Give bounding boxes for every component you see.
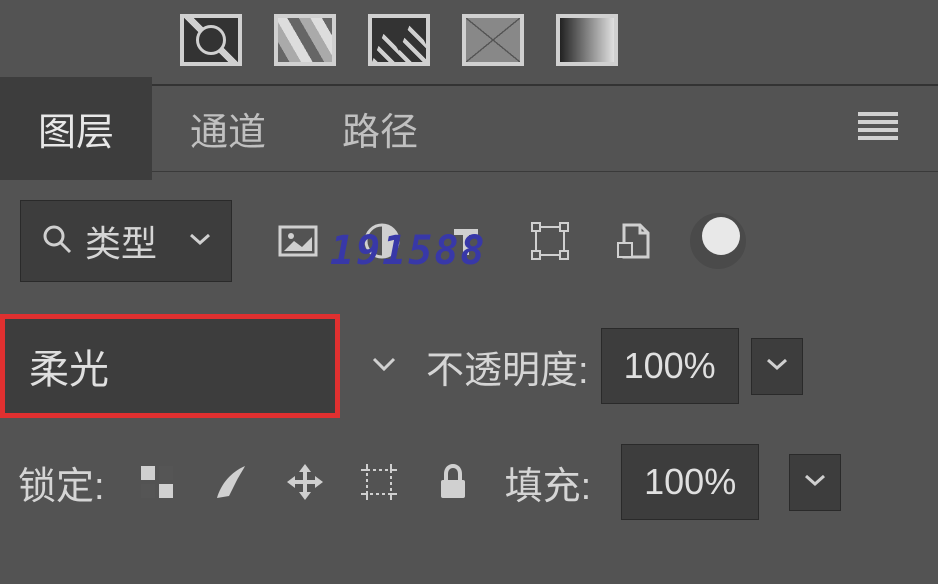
preset-icon-2[interactable]	[274, 14, 336, 66]
lock-label: 锁定:	[18, 455, 105, 510]
opacity-label[interactable]: 不透明度:	[426, 339, 589, 394]
preset-icon-4[interactable]	[462, 14, 524, 66]
panel-tabs: 图层 通道 路径	[0, 86, 938, 172]
lock-position-icon[interactable]	[283, 460, 327, 504]
lock-all-icon[interactable]	[431, 460, 475, 504]
lock-transparency-icon[interactable]	[135, 460, 179, 504]
filter-smartobject-icon[interactable]	[612, 219, 656, 263]
filter-toggle[interactable]	[690, 213, 746, 269]
gradient-preset-icons	[0, 0, 938, 84]
chevron-down-icon	[189, 232, 211, 251]
blend-mode-label: 柔光	[29, 337, 109, 395]
filter-shape-icon[interactable]	[528, 219, 572, 263]
preset-icon-1[interactable]	[180, 14, 242, 66]
tab-paths[interactable]: 路径	[304, 77, 456, 180]
search-icon	[41, 223, 73, 260]
tab-channels[interactable]: 通道	[152, 77, 304, 180]
preset-icon-3[interactable]	[368, 14, 430, 66]
fill-chevron[interactable]	[789, 454, 841, 511]
filter-kind-label: 类型	[85, 215, 157, 267]
lock-artboard-icon[interactable]	[357, 460, 401, 504]
tab-layers[interactable]: 图层	[0, 77, 152, 180]
watermark-text: 191588	[330, 228, 487, 274]
filter-kind-dropdown[interactable]: 类型	[20, 200, 232, 282]
lock-image-icon[interactable]	[209, 460, 253, 504]
blend-mode-dropdown[interactable]: 柔光	[0, 314, 340, 418]
fill-value[interactable]: 100%	[621, 444, 759, 520]
opacity-value[interactable]: 100%	[601, 328, 739, 404]
filter-pixel-icon[interactable]	[276, 219, 320, 263]
opacity-chevron[interactable]	[751, 338, 803, 395]
preset-icon-5[interactable]	[556, 14, 618, 66]
fill-label[interactable]: 填充:	[505, 455, 592, 510]
lock-row: 锁定:	[0, 428, 938, 530]
chevron-down-icon[interactable]	[372, 356, 396, 377]
panel-menu-icon[interactable]	[838, 92, 918, 165]
blend-mode-row: 柔光 不透明度: 100%	[0, 304, 938, 428]
